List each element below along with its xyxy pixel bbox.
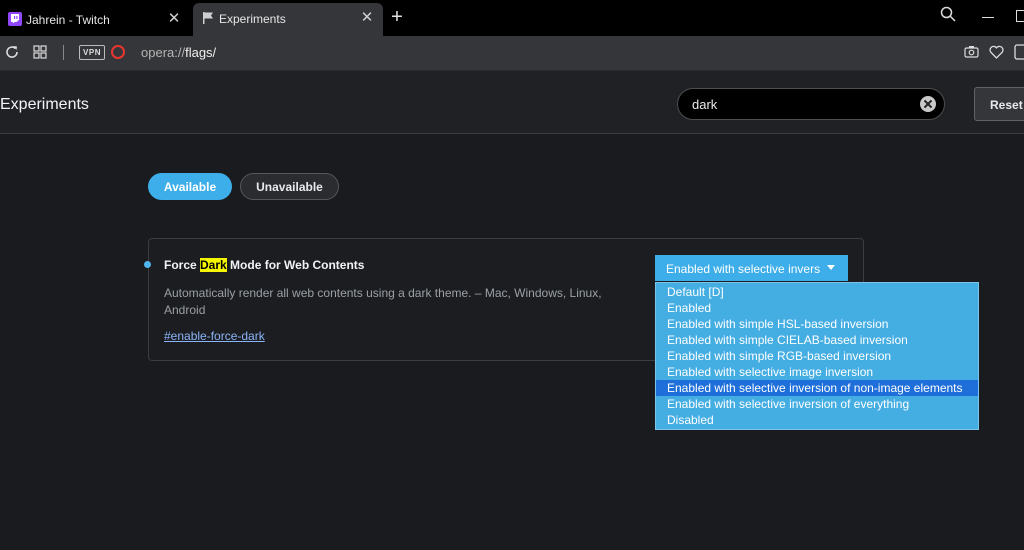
snapshot-icon[interactable] [964,45,979,58]
opera-logo-icon [111,45,125,59]
minimize-icon[interactable] [982,17,994,18]
tab-unavailable[interactable]: Unavailable [240,173,339,200]
tab-title: Jahrein - Twitch [26,13,110,27]
chevron-down-icon[interactable] [827,265,835,270]
maximize-icon[interactable] [1016,10,1024,22]
reload-icon[interactable] [4,44,20,60]
experiment-state-select[interactable]: Enabled with selective invers [655,255,848,281]
search-highlight: Dark [200,258,227,272]
tab-twitch[interactable]: Jahrein - Twitch ✕ [0,4,190,34]
experiment-permalink[interactable]: #enable-force-dark [164,329,265,343]
url-field[interactable]: opera://flags/ [141,45,216,60]
tab-title: Experiments [219,12,286,26]
dropdown-option[interactable]: Disabled [656,412,978,428]
dropdown-option[interactable]: Enabled with simple HSL-based inversion [656,316,978,332]
modified-indicator [144,261,151,268]
tab-search-icon[interactable] [940,6,956,22]
url-host: flags/ [185,45,217,60]
dropdown-option[interactable]: Enabled with selective inversion of non-… [656,380,978,396]
close-icon[interactable]: ✕ [167,11,181,26]
dropdown-option[interactable]: Default [D] [656,284,978,300]
tab-strip: Jahrein - Twitch ✕ Experiments ✕ + [0,0,1024,36]
state-dropdown-list: Default [D] Enabled Enabled with simple … [655,282,979,430]
reset-all-button[interactable]: Reset [974,87,1024,121]
vpn-badge[interactable]: VPN [79,45,105,60]
bookmark-heart-icon[interactable] [989,45,1004,59]
dropdown-option[interactable]: Enabled with selective image inversion [656,364,978,380]
search-value: dark [692,97,718,112]
page-title: Experiments [0,96,89,113]
title-part: Mode for Web Contents [226,258,365,272]
url-scheme: opera:// [141,45,186,60]
search-input[interactable]: dark [677,88,945,120]
flag-icon [203,12,213,24]
page-header: Experiments dark Reset [0,71,1024,134]
tab-experiments[interactable]: Experiments ✕ [193,3,383,36]
tab-available[interactable]: Available [148,173,232,200]
address-bar: VPN opera://flags/ [0,36,1024,71]
dropdown-option[interactable]: Enabled with simple CIELAB-based inversi… [656,332,978,348]
wallet-icon[interactable] [1014,44,1024,60]
close-icon[interactable]: ✕ [360,10,374,25]
twitch-icon [8,12,22,26]
clear-search-icon[interactable] [920,96,936,112]
experiment-title: Force Dark Mode for Web Contents [164,258,364,272]
experiment-description: Automatically render all web contents us… [164,286,602,317]
separator [63,45,64,60]
dropdown-option[interactable]: Enabled [656,300,978,316]
title-part: Force [164,258,201,272]
new-tab-button[interactable]: + [389,7,405,27]
dropdown-option[interactable]: Enabled with simple RGB-based inversion [656,348,978,364]
speed-dial-icon[interactable] [33,45,47,59]
dropdown-option[interactable]: Enabled with selective inversion of ever… [656,396,978,412]
